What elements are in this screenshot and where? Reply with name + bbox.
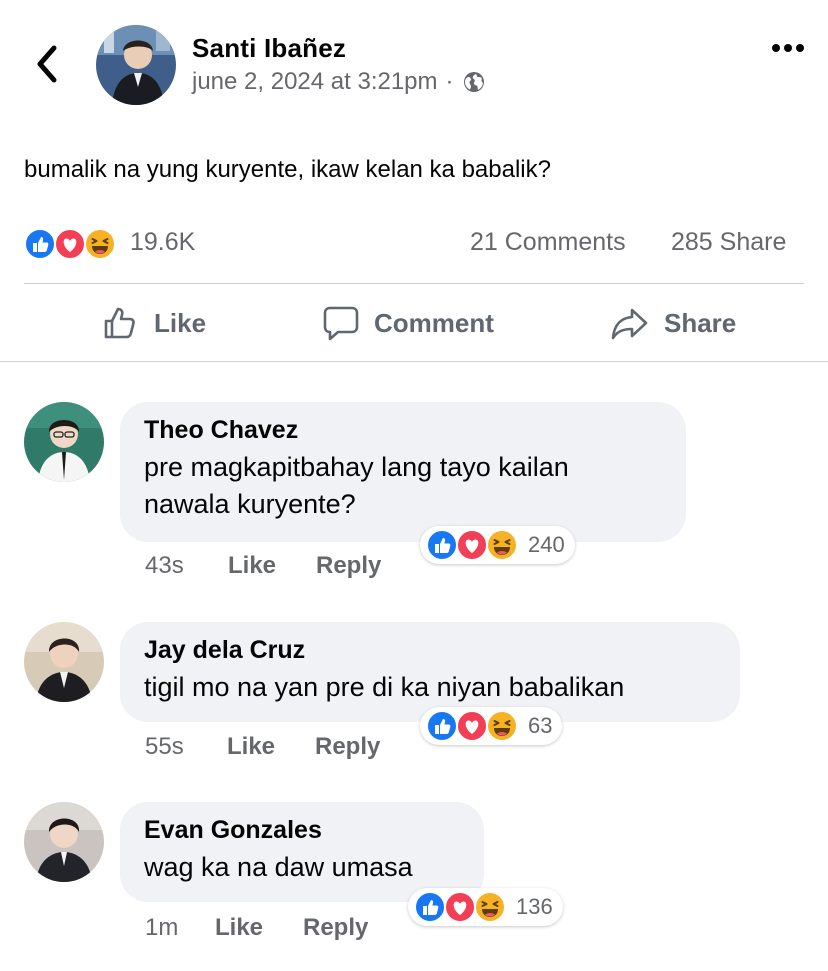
post-author-avatar[interactable] <box>96 25 176 105</box>
like-button[interactable]: Like <box>102 302 206 344</box>
love-reaction-icon <box>444 891 476 923</box>
love-reaction-icon <box>54 228 86 260</box>
like-reaction-icon <box>426 710 458 742</box>
reaction-icons <box>414 891 506 923</box>
meta-separator: · <box>445 68 454 95</box>
comment-time[interactable]: 43s <box>145 552 184 580</box>
share-button[interactable]: Share <box>610 302 736 344</box>
post-stats: 19.6K 21 Comments 285 Share <box>24 224 804 264</box>
post-text: bumalik na yung kuryente, ikaw kelan ka … <box>24 156 551 183</box>
comment-like-button[interactable]: Like <box>228 552 276 580</box>
comment-time[interactable]: 1m <box>145 914 178 942</box>
more-options-button[interactable] <box>770 40 806 56</box>
commenter-avatar[interactable] <box>24 622 104 702</box>
haha-reaction-icon <box>474 891 506 923</box>
haha-reaction-icon <box>486 529 518 561</box>
comment-reaction-pill[interactable]: 136 <box>408 888 563 926</box>
comment-reaction-count: 240 <box>528 532 565 557</box>
like-button-label: Like <box>154 307 207 338</box>
comment-reply-button[interactable]: Reply <box>315 733 380 761</box>
comment-button[interactable]: Comment <box>322 302 494 344</box>
like-reaction-icon <box>426 529 458 561</box>
commenter-avatar[interactable] <box>24 402 104 482</box>
reaction-count[interactable]: 19.6K <box>130 228 195 257</box>
share-count[interactable]: 285 Share <box>671 228 786 257</box>
post-timestamp[interactable]: june 2, 2024 at 3:21pm <box>192 68 438 96</box>
commenter-name[interactable]: Theo Chavez <box>144 416 662 445</box>
comment-like-button[interactable]: Like <box>215 914 263 942</box>
globe-icon <box>463 72 484 92</box>
share-button-label: Share <box>664 307 737 338</box>
like-reaction-icon <box>24 228 56 260</box>
more-dots-icon <box>772 44 804 52</box>
reaction-icons <box>426 710 518 742</box>
commenter-name[interactable]: Jay dela Cruz <box>144 636 716 665</box>
comment-reaction-pill[interactable]: 63 <box>420 707 563 745</box>
comment-reaction-pill[interactable]: 240 <box>420 526 575 564</box>
divider <box>0 361 828 362</box>
love-reaction-icon <box>456 529 488 561</box>
comment-bubble[interactable]: Evan Gonzales wag ka na daw umasa <box>120 802 484 902</box>
comment-text: wag ka na daw umasa <box>144 852 413 882</box>
reaction-icons[interactable] <box>24 226 124 262</box>
like-reaction-icon <box>414 891 446 923</box>
comment-text: pre magkapitbahay lang tayo kailan <box>144 452 569 482</box>
comment-bubble[interactable]: Theo Chavez pre magkapitbahay lang tayo … <box>120 402 686 542</box>
comment-time[interactable]: 55s <box>145 733 184 761</box>
comment-reaction-count: 136 <box>516 894 553 919</box>
chevron-left-icon <box>37 45 57 83</box>
back-button[interactable] <box>30 42 66 86</box>
comment-like-button[interactable]: Like <box>227 733 275 761</box>
commenter-name[interactable]: Evan Gonzales <box>144 816 460 845</box>
post-author-name[interactable]: Santi Ibañez <box>192 33 346 64</box>
comment-bubble[interactable]: Jay dela Cruz tigil mo na yan pre di ka … <box>120 622 740 722</box>
post-meta: june 2, 2024 at 3:21pm · <box>192 68 486 96</box>
share-arrow-icon <box>611 308 648 340</box>
comment-text: tigil mo na yan pre di ka niyan babalika… <box>144 672 625 702</box>
comments-count[interactable]: 21 Comments <box>470 228 626 257</box>
comment-button-label: Comment <box>374 307 494 338</box>
haha-reaction-icon <box>84 228 116 260</box>
commenter-avatar[interactable] <box>24 802 104 882</box>
comment-reply-button[interactable]: Reply <box>316 552 381 580</box>
comment-reply-button[interactable]: Reply <box>303 914 368 942</box>
comment-bubble-icon <box>323 306 359 341</box>
comment-reaction-count: 63 <box>528 713 553 738</box>
post-header: Santi Ibañez june 2, 2024 at 3:21pm · <box>0 0 828 120</box>
love-reaction-icon <box>456 710 488 742</box>
comment-text: nawala kuryente? <box>144 489 356 519</box>
reaction-icons <box>426 529 518 561</box>
haha-reaction-icon <box>486 710 518 742</box>
thumbs-up-icon <box>104 307 135 339</box>
divider <box>24 283 804 284</box>
